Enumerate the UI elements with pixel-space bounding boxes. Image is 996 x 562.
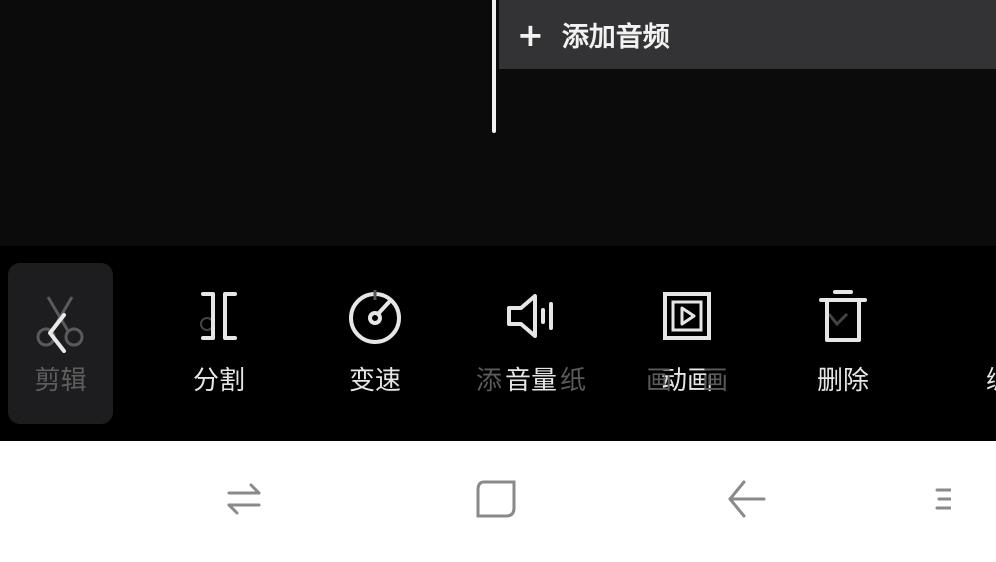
back-chevron-icon [30,293,90,353]
playhead[interactable] [492,0,496,133]
back-icon[interactable] [713,469,773,529]
back-label: 剪辑 [34,366,87,396]
back-to-edit-button[interactable]: 剪辑 [8,263,113,424]
delete-button[interactable]: 删除 [783,246,903,441]
edit-label: 编 [986,360,996,397]
speed-button[interactable]: 变速 [315,246,435,441]
timeline-area[interactable]: + 添加音频 [0,0,996,246]
switch-apps-icon[interactable] [214,469,274,529]
edit-toolbar: 剪辑 分割 变速 添 纸 音量 画 画 动画 删除 [0,246,996,441]
ghost-text-right: 纸 [560,366,587,396]
add-audio-label: 添加音频 [561,22,670,53]
menu-icon[interactable] [906,469,956,529]
volume-icon [501,286,561,346]
home-icon[interactable] [465,469,525,529]
video-editor-app: + 添加音频 剪辑 分割 变速 添 纸 音量 画 画 动画 删除 [0,0,996,562]
volume-label: 音量 [504,366,557,396]
speed-icon [345,286,405,346]
edit-button[interactable]: 编 [939,246,996,441]
split-label: 分割 [192,366,245,396]
volume-button[interactable]: 添 纸 音量 [471,246,591,441]
split-icon [189,286,249,346]
delete-icon [813,286,873,346]
ghost-text-left: 添 [476,366,503,396]
split-button[interactable]: 分割 [159,246,279,441]
ghost-text-left: 画 [646,366,673,396]
delete-label: 删除 [816,366,869,396]
add-audio-button[interactable]: + 添加音频 [499,0,996,69]
animation-icon [657,286,717,346]
plus-icon: + [517,15,544,54]
speed-label: 变速 [348,366,401,396]
animation-button[interactable]: 画 画 动画 [627,246,747,441]
ghost-text-right: 画 [702,366,729,396]
edit-icon [969,286,996,346]
system-nav-bar [0,441,996,562]
